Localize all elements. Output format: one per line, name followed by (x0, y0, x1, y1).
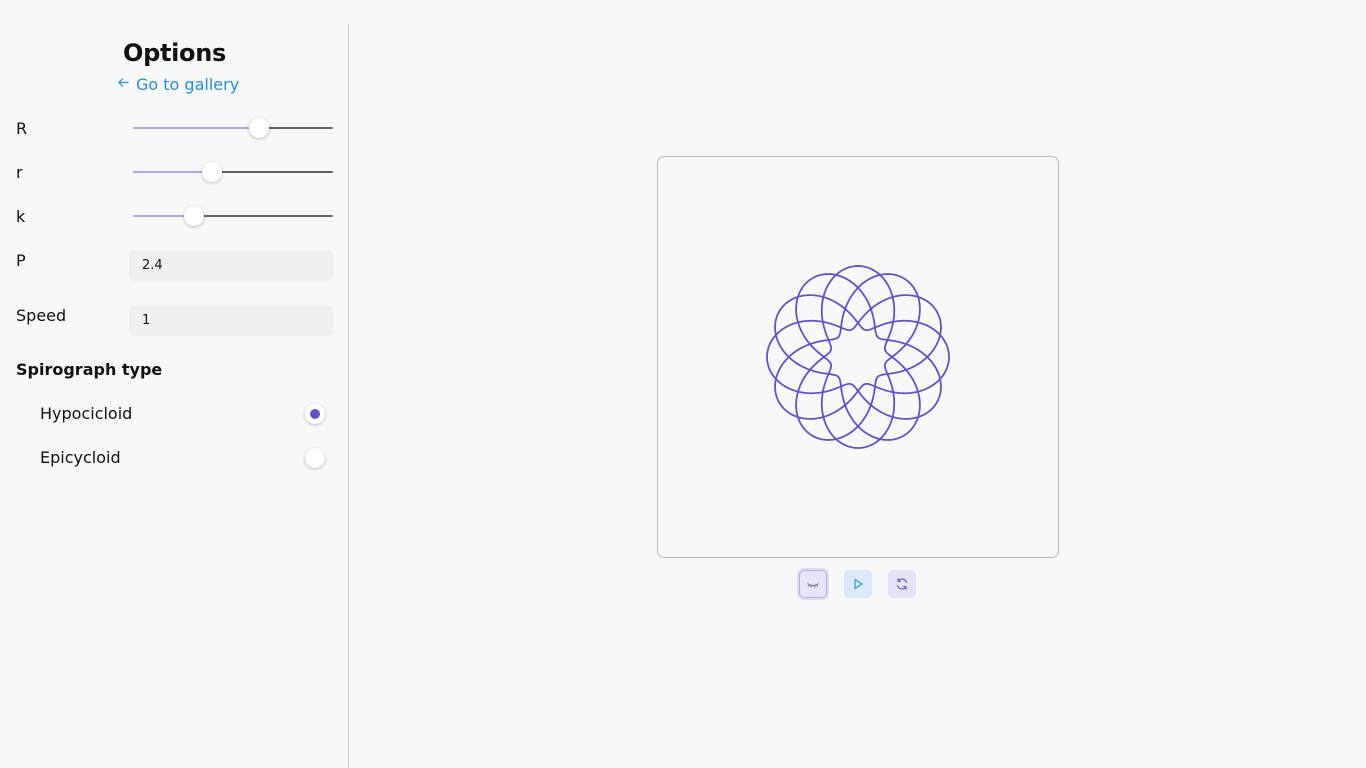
options-sidebar: Options Go to gallery R r k P Speed Spir… (0, 24, 349, 768)
radio-option-epicycloid[interactable]: Epicycloid (0, 444, 349, 474)
arrow-left-icon (118, 78, 129, 87)
options-title: Options (122, 39, 227, 67)
radio-button[interactable] (305, 448, 325, 468)
eye-closed-icon (807, 583, 819, 588)
slider-label-R: R (16, 119, 28, 138)
play-icon (854, 578, 863, 590)
spirograph-drawing (766, 265, 950, 449)
radio-selected-dot (310, 409, 320, 419)
slider-label-r: r (16, 163, 23, 182)
slider-label-k: k (16, 207, 26, 226)
radio-label: Epicycloid (40, 448, 121, 467)
spirograph-curve (766, 265, 950, 449)
slider-k[interactable] (133, 206, 333, 226)
play-button[interactable] (844, 570, 872, 598)
radio-option-hypocicloid[interactable]: Hypocicloid (0, 400, 349, 430)
slider-thumb[interactable] (202, 162, 222, 182)
go-to-gallery-label: Go to gallery (136, 75, 240, 94)
go-to-gallery-link[interactable]: Go to gallery (117, 75, 239, 94)
slider-r[interactable] (133, 162, 333, 182)
p-input[interactable] (129, 250, 333, 281)
slider-fill (133, 171, 212, 173)
slider-thumb[interactable] (184, 206, 204, 226)
input-label-P: P (16, 251, 26, 270)
slider-R[interactable] (133, 118, 333, 138)
slider-thumb[interactable] (249, 118, 269, 138)
reset-button[interactable] (888, 570, 916, 598)
spirograph-canvas (657, 156, 1059, 558)
refresh-icon (896, 578, 908, 590)
toggle-visibility-button[interactable] (797, 568, 829, 600)
spirograph-type-title: Spirograph type (16, 360, 163, 379)
speed-input[interactable] (129, 305, 333, 336)
radio-label: Hypocicloid (40, 404, 133, 423)
radio-button[interactable] (305, 404, 325, 424)
slider-fill (133, 127, 259, 129)
input-label-speed: Speed (16, 306, 67, 325)
